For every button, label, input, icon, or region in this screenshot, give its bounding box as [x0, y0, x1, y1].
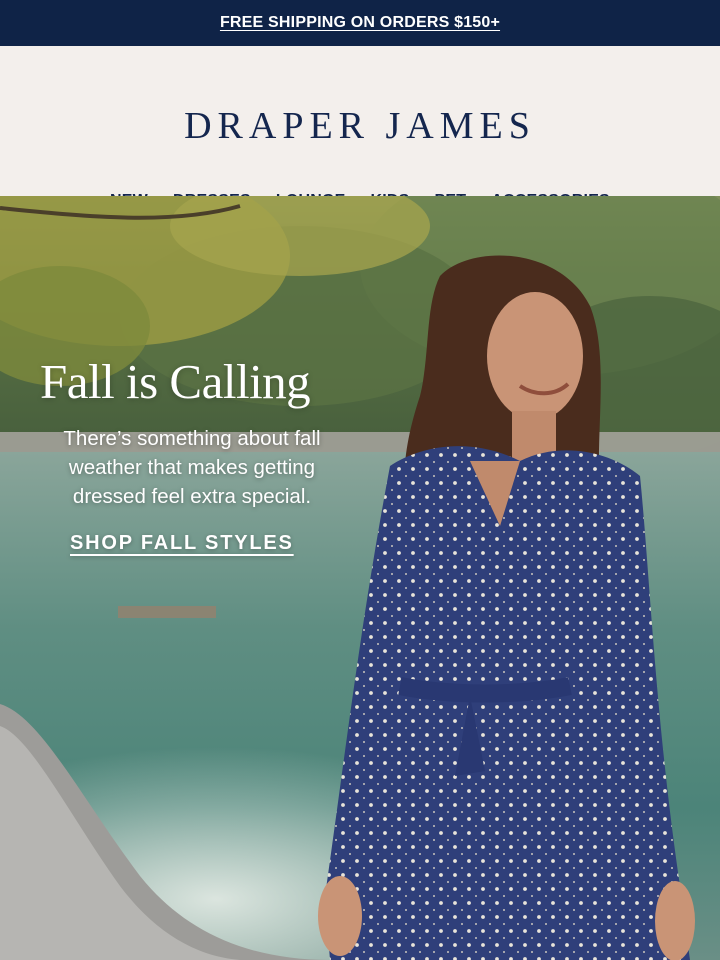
hero-headline: Fall is Calling [40, 354, 311, 409]
hero-photo [0, 196, 720, 960]
promo-bar: FREE SHIPPING ON ORDERS $150+ [0, 0, 720, 46]
free-shipping-link[interactable]: FREE SHIPPING ON ORDERS $150+ [220, 14, 500, 32]
brand-logo[interactable]: DRAPER JAMES [0, 104, 720, 148]
hero-banner[interactable]: Fall is Calling There’s something about … [0, 196, 720, 960]
shop-fall-styles-link[interactable]: SHOP FALL STYLES [70, 532, 294, 555]
masthead: DRAPER JAMES NEW DRESSES LOUNGE KIDS PET… [0, 46, 720, 209]
hero-subhead: There’s something about fall weather tha… [63, 427, 321, 508]
